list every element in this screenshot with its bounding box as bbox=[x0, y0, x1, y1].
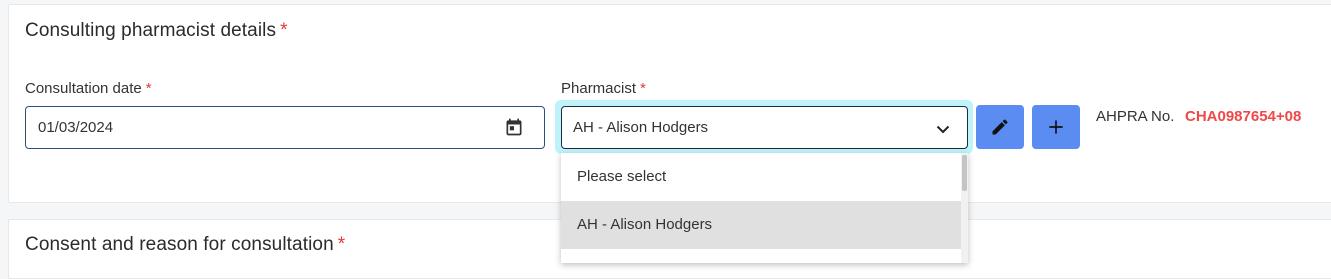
consultation-date-label: Consultation date * bbox=[25, 80, 152, 97]
pharmacist-label: Pharmacist * bbox=[561, 80, 646, 97]
dropdown-option-alison-hodgers[interactable]: AH - Alison Hodgers bbox=[561, 201, 961, 249]
pharmacist-select[interactable]: AH - Alison Hodgers bbox=[561, 106, 968, 149]
consultation-date-label-text: Consultation date bbox=[25, 80, 142, 97]
required-asterisk: * bbox=[337, 234, 346, 255]
pharmacist-dropdown-list: Please select AH - Alison Hodgers bbox=[561, 153, 968, 263]
add-pharmacist-button[interactable] bbox=[1032, 105, 1080, 149]
dropdown-option-label: Please select bbox=[577, 168, 667, 185]
required-asterisk: * bbox=[640, 80, 646, 97]
consultation-date-value: 01/03/2024 bbox=[38, 119, 114, 136]
pharmacist-selected-value: AH - Alison Hodgers bbox=[573, 119, 709, 136]
ahpra-number: CHA0987654+08 bbox=[1185, 108, 1302, 125]
section-title: Consulting pharmacist details * bbox=[25, 20, 288, 42]
dropdown-scrollbar[interactable] bbox=[961, 153, 968, 263]
dropdown-option-please-select[interactable]: Please select bbox=[561, 153, 961, 201]
section-title-text: Consulting pharmacist details bbox=[25, 20, 277, 41]
consultation-date-input[interactable]: 01/03/2024 bbox=[25, 106, 545, 149]
pencil-icon bbox=[992, 119, 1008, 135]
calendar-icon[interactable] bbox=[504, 117, 524, 137]
required-asterisk: * bbox=[145, 80, 152, 97]
consent-section-title-text: Consent and reason for consultation bbox=[25, 234, 334, 255]
plus-icon bbox=[1049, 120, 1063, 134]
ahpra-label: AHPRA No. bbox=[1096, 108, 1175, 125]
edit-pharmacist-button[interactable] bbox=[976, 105, 1024, 149]
dropdown-option-label: AH - Alison Hodgers bbox=[577, 216, 713, 233]
dropdown-scroll-thumb[interactable] bbox=[962, 155, 967, 191]
consent-section-title: Consent and reason for consultation * bbox=[25, 234, 345, 256]
pharmacist-label-text: Pharmacist bbox=[561, 80, 637, 97]
required-asterisk: * bbox=[280, 20, 288, 41]
chevron-down-icon bbox=[936, 125, 950, 134]
